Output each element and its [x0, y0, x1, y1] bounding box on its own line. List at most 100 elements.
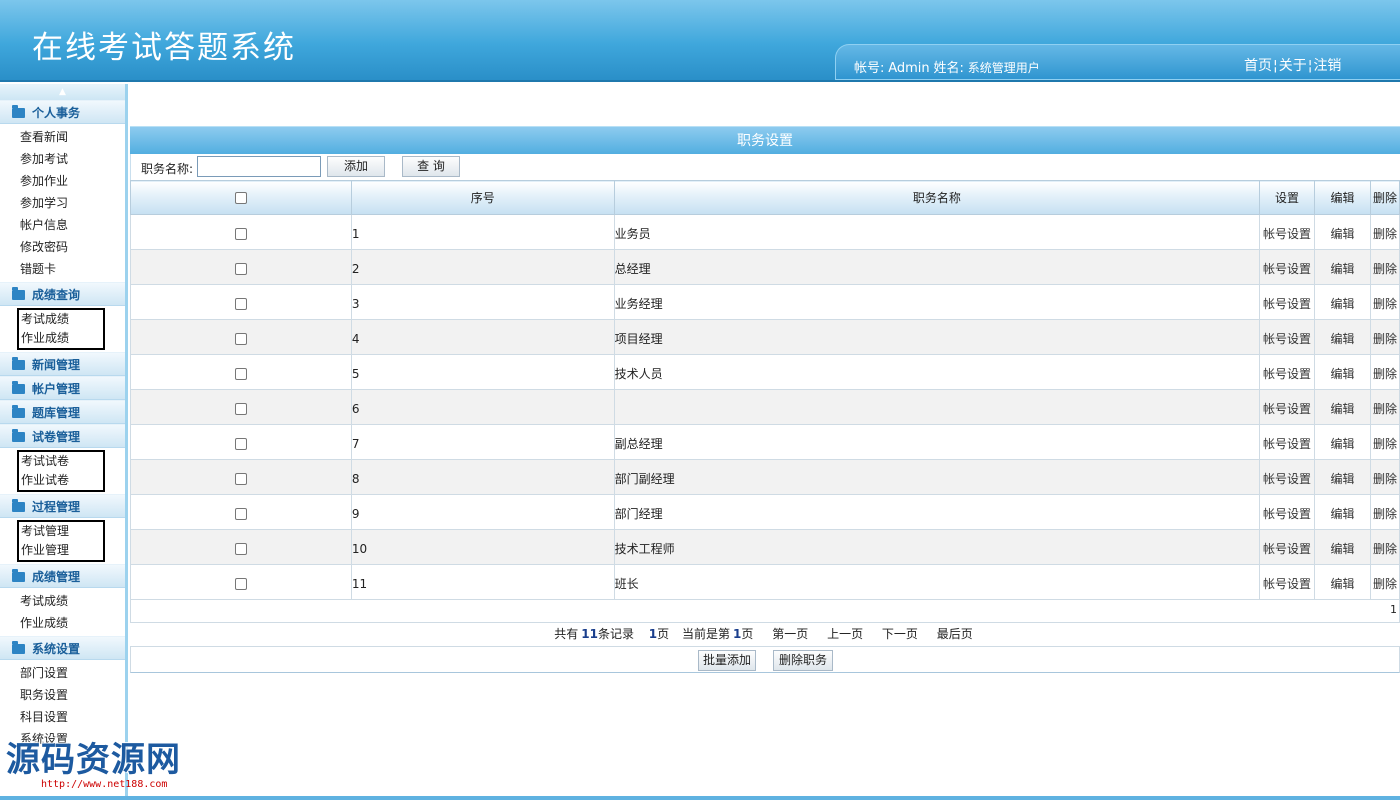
- sidebar-group-system-settings[interactable]: 系统设置: [0, 636, 125, 660]
- current-prefix: 当前是第: [682, 627, 731, 641]
- sidebar-item-manage-exam-scores[interactable]: 考试成绩: [0, 590, 125, 612]
- edit-link[interactable]: 编辑: [1330, 437, 1354, 451]
- folder-icon: [12, 641, 25, 654]
- sidebar-item-subject-settings[interactable]: 科目设置: [0, 706, 125, 728]
- delete-link[interactable]: 删除: [1373, 332, 1397, 346]
- row-checkbox[interactable]: [234, 578, 247, 590]
- account-settings-link[interactable]: 帐号设置: [1263, 297, 1311, 311]
- sidebar-group-question-bank[interactable]: 题库管理: [0, 400, 125, 424]
- link-separator: ¦: [1273, 58, 1278, 74]
- edit-link[interactable]: 编辑: [1330, 367, 1354, 381]
- col-header-edit: 编辑: [1314, 180, 1371, 215]
- row-checkbox[interactable]: [234, 438, 247, 450]
- edit-link[interactable]: 编辑: [1330, 472, 1354, 486]
- sidebar-group-personal[interactable]: 个人事务: [0, 100, 125, 124]
- account-settings-link[interactable]: 帐号设置: [1263, 542, 1311, 556]
- account-settings-link[interactable]: 帐号设置: [1263, 577, 1311, 591]
- edit-link[interactable]: 编辑: [1330, 262, 1354, 276]
- sidebar-item-take-homework[interactable]: 参加作业: [0, 170, 125, 192]
- delete-link[interactable]: 删除: [1373, 367, 1397, 381]
- sidebar-item-exam-scores[interactable]: 考试成绩: [19, 310, 103, 329]
- account-settings-link[interactable]: 帐号设置: [1263, 367, 1311, 381]
- sidebar-item-position-settings[interactable]: 职务设置: [0, 684, 125, 706]
- row-checkbox[interactable]: [234, 508, 247, 520]
- sidebar-item-wrong-answers[interactable]: 错题卡: [0, 258, 125, 280]
- table-row: 4 项目经理 帐号设置 编辑 删除: [130, 319, 1400, 355]
- sidebar-item-view-news[interactable]: 查看新闻: [0, 126, 125, 148]
- edit-link[interactable]: 编辑: [1330, 577, 1354, 591]
- sidebar-item-exam-papers[interactable]: 考试试卷: [19, 452, 103, 471]
- add-button[interactable]: 添加: [327, 156, 385, 177]
- delete-link[interactable]: 删除: [1373, 402, 1397, 416]
- home-link[interactable]: 首页: [1244, 58, 1272, 74]
- row-checkbox[interactable]: [234, 473, 247, 485]
- sidebar-group-score-query[interactable]: 成绩查询: [0, 282, 125, 306]
- sidebar-item-account-info[interactable]: 帐户信息: [0, 214, 125, 236]
- sidebar-item-homework-management[interactable]: 作业管理: [19, 541, 103, 560]
- account-settings-link[interactable]: 帐号设置: [1263, 507, 1311, 521]
- account-settings-link[interactable]: 帐号设置: [1263, 472, 1311, 486]
- account-settings-link[interactable]: 帐号设置: [1263, 332, 1311, 346]
- edit-link[interactable]: 编辑: [1330, 297, 1354, 311]
- logout-link[interactable]: 注销: [1313, 58, 1341, 74]
- row-checkbox[interactable]: [234, 263, 247, 275]
- table-header-row: 序号 职务名称 设置 编辑 删除: [130, 180, 1400, 215]
- delete-link[interactable]: 删除: [1373, 262, 1397, 276]
- name-value: 系统管理用户: [967, 61, 1040, 75]
- delete-link[interactable]: 删除: [1373, 227, 1397, 241]
- delete-link[interactable]: 删除: [1373, 507, 1397, 521]
- row-settings-cell: 帐号设置: [1259, 459, 1315, 495]
- sidebar-group-process[interactable]: 过程管理: [0, 494, 125, 518]
- sidebar-item-change-password[interactable]: 修改密码: [0, 236, 125, 258]
- last-page-link[interactable]: 最后页: [937, 627, 973, 641]
- row-checkbox[interactable]: [234, 403, 247, 415]
- row-position-name: 副总经理: [613, 424, 1261, 460]
- edit-link[interactable]: 编辑: [1330, 542, 1354, 556]
- position-name-input[interactable]: [197, 156, 321, 177]
- row-checkbox[interactable]: [234, 228, 247, 240]
- edit-link[interactable]: 编辑: [1330, 227, 1354, 241]
- about-link[interactable]: 关于: [1279, 58, 1307, 74]
- edit-link[interactable]: 编辑: [1330, 332, 1354, 346]
- sidebar-item-manage-homework-scores[interactable]: 作业成绩: [0, 612, 125, 634]
- delete-position-button[interactable]: 删除职务: [773, 650, 833, 671]
- link-separator: ¦: [1307, 58, 1313, 74]
- first-page-link[interactable]: 第一页: [772, 627, 808, 641]
- sidebar-item-homework-scores[interactable]: 作业成绩: [19, 329, 103, 348]
- prev-page-link[interactable]: 上一页: [827, 627, 863, 641]
- sidebar-group-score-management[interactable]: 成绩管理: [0, 564, 125, 588]
- sidebar-group-news[interactable]: 新闻管理: [0, 352, 125, 376]
- row-no: 8: [350, 459, 615, 495]
- sidebar-collapse-tab[interactable]: ▲: [0, 84, 125, 100]
- row-edit-cell: 编辑: [1314, 494, 1371, 530]
- sidebar-item-department-settings[interactable]: 部门设置: [0, 662, 125, 684]
- row-checkbox[interactable]: [234, 543, 247, 555]
- row-checkbox[interactable]: [234, 368, 247, 380]
- delete-link[interactable]: 删除: [1373, 297, 1397, 311]
- delete-link[interactable]: 删除: [1373, 472, 1397, 486]
- edit-link[interactable]: 编辑: [1330, 507, 1354, 521]
- row-delete-cell: 删除: [1369, 494, 1400, 530]
- pagination: 共有 11条记录 1页 当前是第 1页 第一页 上一页 下一页 最后页: [130, 623, 1400, 647]
- row-checkbox[interactable]: [234, 298, 247, 310]
- sidebar-item-exam-management[interactable]: 考试管理: [19, 522, 103, 541]
- sidebar-group-papers[interactable]: 试卷管理: [0, 424, 125, 448]
- sidebar-item-take-exam[interactable]: 参加考试: [0, 148, 125, 170]
- row-edit-cell: 编辑: [1314, 529, 1371, 565]
- delete-link[interactable]: 删除: [1373, 437, 1397, 451]
- account-settings-link[interactable]: 帐号设置: [1263, 437, 1311, 451]
- account-settings-link[interactable]: 帐号设置: [1263, 262, 1311, 276]
- sidebar-item-study[interactable]: 参加学习: [0, 192, 125, 214]
- delete-link[interactable]: 删除: [1373, 542, 1397, 556]
- sidebar-group-accounts[interactable]: 帐户管理: [0, 376, 125, 400]
- row-checkbox[interactable]: [234, 333, 247, 345]
- delete-link[interactable]: 删除: [1373, 577, 1397, 591]
- next-page-link[interactable]: 下一页: [882, 627, 918, 641]
- account-settings-link[interactable]: 帐号设置: [1263, 402, 1311, 416]
- select-all-checkbox[interactable]: [234, 192, 247, 204]
- batch-add-button[interactable]: 批量添加: [698, 650, 756, 671]
- account-settings-link[interactable]: 帐号设置: [1263, 227, 1311, 241]
- sidebar-item-homework-papers[interactable]: 作业试卷: [19, 471, 103, 490]
- query-button[interactable]: 查 询: [402, 156, 460, 177]
- edit-link[interactable]: 编辑: [1330, 402, 1354, 416]
